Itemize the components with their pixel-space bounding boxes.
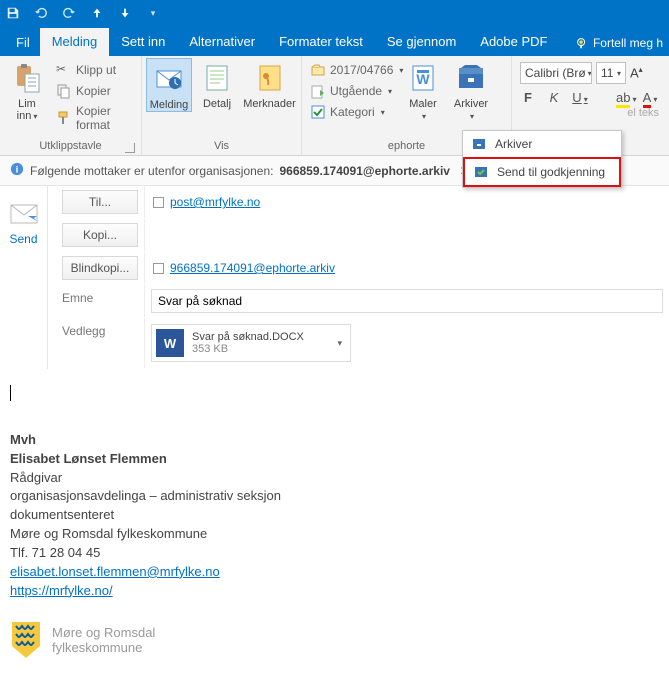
undo-icon[interactable]: [34, 6, 48, 20]
tab-review[interactable]: Se gjennom: [375, 28, 468, 56]
bold-button[interactable]: F: [520, 90, 536, 105]
font-name-select[interactable]: Calibri (Brø▾: [520, 62, 592, 84]
send-button[interactable]: Send: [9, 204, 37, 246]
basic-text-group-label: el teks: [516, 105, 665, 122]
view-message-button[interactable]: Melding: [146, 58, 192, 112]
brand-logo-icon: [10, 620, 42, 660]
bcc-recipient-checkbox[interactable]: [153, 263, 164, 274]
tab-format-text[interactable]: Formater tekst: [267, 28, 375, 56]
external-recipient-warning-text: Følgende mottaker er utenfor organisasjo…: [30, 164, 273, 178]
info-icon: i: [10, 162, 24, 179]
view-detail-label: Detalj: [203, 98, 231, 110]
sig-regards: Mvh: [10, 432, 36, 447]
templates-label: Maler: [409, 98, 437, 110]
view-notes-button[interactable]: Merknader: [242, 58, 297, 110]
up-arrow-icon[interactable]: [90, 6, 104, 20]
templates-button[interactable]: W Maler▾: [400, 58, 446, 122]
cut-label: Klipp ut: [76, 63, 116, 77]
svg-text:i: i: [16, 165, 19, 176]
clipboard-group-label: Utklippstavle: [4, 138, 137, 155]
tab-insert[interactable]: Sett inn: [109, 28, 177, 56]
subject-input[interactable]: [151, 289, 663, 313]
vis-group-label: Vis: [146, 138, 297, 155]
tell-me-search[interactable]: Fortell meg h: [569, 30, 669, 56]
archive-menu-arkiver-label: Arkiver: [495, 137, 532, 151]
cut-button[interactable]: ✂ Klipp ut: [52, 60, 137, 80]
sig-name: Elisabet Lønset Flemmen: [10, 451, 167, 466]
copy-button[interactable]: Kopier: [52, 81, 137, 101]
case-number-button[interactable]: 2017/04766▾: [306, 60, 398, 80]
attachment-size: 353 KB: [192, 343, 304, 355]
tell-me-label: Fortell meg h: [593, 36, 663, 50]
sig-url-link[interactable]: https://mrfylke.no/: [10, 583, 113, 598]
to-recipient-checkbox[interactable]: [153, 197, 164, 208]
to-button[interactable]: Til...: [62, 190, 138, 214]
paste-button[interactable]: Lim inn▾: [4, 58, 50, 122]
format-painter-button[interactable]: Kopier format: [52, 102, 137, 134]
external-recipient-email: 966859.174091@ephorte.arkiv: [279, 164, 449, 178]
view-notes-label: Merknader: [243, 98, 296, 110]
attachment-label: Vedlegg: [48, 318, 144, 368]
sig-title: Rådgivar: [10, 469, 659, 488]
svg-text:W: W: [164, 336, 177, 351]
subject-label: Emne: [48, 285, 144, 317]
archive-menu-arkiver[interactable]: Arkiver: [463, 131, 621, 157]
send-label: Send: [9, 232, 37, 246]
highlight-button[interactable]: ab▾: [616, 90, 632, 105]
font-name-value: Calibri (Brø: [525, 66, 586, 80]
sig-phone: Tlf. 71 28 04 45: [10, 544, 659, 563]
sig-org: Møre og Romsdal fylkeskommune: [10, 525, 659, 544]
text-cursor: [10, 385, 11, 401]
attachment-menu-icon[interactable]: ▾: [337, 338, 342, 349]
grow-font-icon[interactable]: A▴: [630, 65, 643, 80]
attachment-chip[interactable]: W Svar på søknad.DOCX 353 KB ▾: [151, 324, 351, 362]
category-button[interactable]: Kategori▾: [306, 102, 398, 122]
font-size-value: 11: [601, 66, 613, 80]
clipboard-dialog-launcher[interactable]: [125, 143, 135, 153]
archive-menu-send-approval[interactable]: Send til godkjenning: [463, 157, 621, 187]
archive-menu-send-approval-label: Send til godkjenning: [497, 165, 605, 179]
format-painter-label: Kopier format: [76, 104, 133, 132]
sig-unit: dokumentsenteret: [10, 506, 659, 525]
bcc-recipient[interactable]: 966859.174091@ephorte.arkiv: [170, 261, 335, 275]
tab-adobe-pdf[interactable]: Adobe PDF: [468, 28, 559, 56]
cc-button[interactable]: Kopi...: [62, 223, 138, 247]
attachment-name: Svar på søknad.DOCX: [192, 331, 304, 343]
to-recipient[interactable]: post@mrfylke.no: [170, 195, 260, 209]
brand-logo-text: Møre og Romsdal fylkeskommune: [52, 625, 155, 656]
archive-label: Arkiver: [454, 98, 488, 110]
bcc-field[interactable]: 966859.174091@ephorte.arkiv: [144, 252, 669, 284]
italic-button[interactable]: K: [546, 90, 562, 105]
category-label: Kategori: [330, 105, 375, 119]
cc-field[interactable]: [144, 219, 669, 251]
sig-email-link[interactable]: elisabet.lonset.flemmen@mrfylke.no: [10, 564, 220, 579]
font-color-button[interactable]: A▾: [642, 90, 658, 105]
case-number-label: 2017/04766: [330, 63, 393, 77]
svg-text:W: W: [416, 71, 430, 87]
redo-icon[interactable]: [62, 6, 76, 20]
tab-message[interactable]: Melding: [40, 28, 110, 56]
message-body[interactable]: Mvh Elisabet Lønset Flemmen Rådgivar org…: [0, 369, 669, 676]
archive-button[interactable]: Arkiver▾: [448, 58, 494, 122]
font-size-select[interactable]: 11▾: [596, 62, 626, 84]
down-arrow-icon[interactable]: [118, 6, 132, 20]
outgoing-label: Utgående: [330, 84, 382, 98]
customize-qat-icon[interactable]: ▾: [146, 6, 160, 20]
outgoing-button[interactable]: Utgående▾: [306, 81, 398, 101]
tab-options[interactable]: Alternativer: [177, 28, 267, 56]
word-file-icon: W: [156, 329, 184, 357]
save-icon[interactable]: [6, 6, 20, 20]
copy-label: Kopier: [76, 84, 111, 98]
to-field[interactable]: post@mrfylke.no: [144, 186, 669, 218]
view-message-label: Melding: [150, 99, 189, 111]
sig-dept: organisasjonsavdelinga – administrativ s…: [10, 487, 659, 506]
view-detail-button[interactable]: Detalj: [194, 58, 240, 110]
tab-file[interactable]: Fil: [6, 29, 40, 56]
underline-button[interactable]: U▾: [572, 90, 588, 105]
bcc-button[interactable]: Blindkopi...: [62, 256, 138, 280]
